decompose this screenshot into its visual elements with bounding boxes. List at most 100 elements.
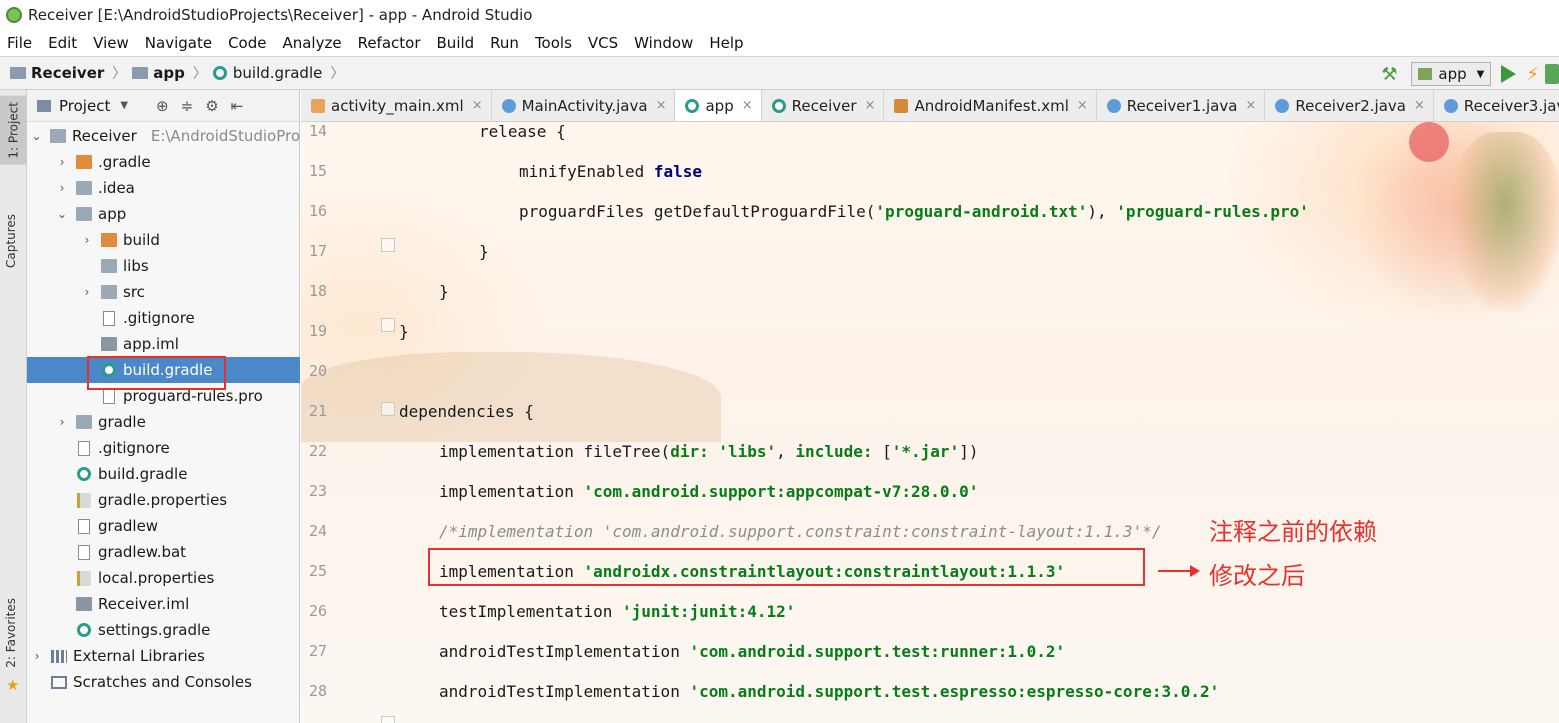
- tab-captures-tool[interactable]: Captures: [4, 214, 18, 268]
- tree-item-app[interactable]: ⌄ app: [27, 201, 300, 227]
- library-icon: [51, 649, 67, 663]
- tree-item-idea[interactable]: › .idea: [27, 175, 300, 201]
- fold-marker-icon[interactable]: [381, 716, 395, 723]
- line-number: 18: [308, 282, 327, 300]
- fold-marker-icon[interactable]: [381, 318, 395, 332]
- tab-favorites-tool[interactable]: 2: Favorites: [4, 598, 18, 668]
- target-icon[interactable]: ⊕: [156, 97, 169, 115]
- menu-analyze[interactable]: Analyze: [282, 34, 341, 52]
- expand-arrow-icon[interactable]: ›: [81, 285, 93, 299]
- code-editor[interactable]: 14 15 16 17 18 19 20 21 22 23 24 25 26 2…: [301, 122, 1559, 723]
- tree-item-label: External Libraries: [73, 647, 205, 665]
- code-text: implementation fileTree(: [439, 442, 671, 461]
- expand-arrow-icon[interactable]: ⌄: [31, 129, 42, 143]
- menu-vcs[interactable]: VCS: [588, 34, 618, 52]
- menu-tools[interactable]: Tools: [535, 34, 572, 52]
- code-text: dependencies {: [399, 402, 534, 421]
- tree-item-receiver[interactable]: ⌄ Receiver E:\AndroidStudioPro: [27, 123, 300, 149]
- menu-edit[interactable]: Edit: [48, 34, 77, 52]
- close-icon[interactable]: ×: [1245, 98, 1256, 113]
- menu-help[interactable]: Help: [709, 34, 743, 52]
- expand-arrow-icon[interactable]: ›: [56, 155, 68, 169]
- lightning-icon[interactable]: ⚡: [1526, 64, 1539, 85]
- panel-title[interactable]: Project: [59, 97, 110, 115]
- tree-item-app-gitignore[interactable]: .gitignore: [27, 305, 300, 331]
- expand-arrow-icon[interactable]: ›: [56, 415, 68, 429]
- hammer-icon[interactable]: ⚒: [1381, 64, 1401, 85]
- close-icon[interactable]: ×: [656, 98, 667, 113]
- tab-receiver2[interactable]: Receiver2.java ×: [1265, 90, 1434, 121]
- chevron-down-icon[interactable]: ▼: [120, 100, 128, 111]
- expand-arrow-icon[interactable]: ›: [56, 181, 68, 195]
- tree-item-src[interactable]: › src: [27, 279, 300, 305]
- gradle-icon: [77, 623, 91, 637]
- menu-window[interactable]: Window: [634, 34, 693, 52]
- tab-activity-main-xml[interactable]: activity_main.xml ×: [301, 90, 492, 121]
- breadcrumb-app[interactable]: app: [132, 64, 185, 82]
- run-icon[interactable]: [1501, 65, 1517, 83]
- run-configuration-select[interactable]: app ▼: [1411, 62, 1492, 86]
- folder-icon: [76, 415, 92, 429]
- code-line-23: implementation 'com.android.support:appc…: [439, 482, 978, 501]
- close-icon[interactable]: ×: [865, 98, 876, 113]
- menu-file[interactable]: File: [7, 34, 32, 52]
- gradle-icon: [685, 98, 700, 113]
- breadcrumb-build-gradle[interactable]: build.gradle: [212, 64, 322, 82]
- close-icon[interactable]: ×: [1077, 98, 1088, 113]
- tree-item-libs[interactable]: libs: [27, 253, 300, 279]
- tab-app-gradle[interactable]: app ×: [675, 90, 762, 121]
- tree-item-gradlew[interactable]: gradlew: [27, 513, 300, 539]
- code-string: 'libs': [718, 442, 777, 461]
- folder-icon: [101, 233, 117, 247]
- gear-icon[interactable]: ⚙: [205, 97, 218, 115]
- close-icon[interactable]: ×: [742, 98, 753, 113]
- code-text: implementation: [439, 482, 584, 501]
- tree-item-local-properties[interactable]: local.properties: [27, 565, 300, 591]
- collapse-icon[interactable]: ≑: [181, 97, 194, 115]
- code-line-22: implementation fileTree(dir: 'libs', inc…: [439, 442, 978, 461]
- breadcrumb-receiver[interactable]: Receiver: [10, 64, 104, 82]
- close-icon[interactable]: ×: [1414, 98, 1425, 113]
- expand-arrow-icon[interactable]: ›: [81, 233, 93, 247]
- tab-project-tool[interactable]: 1: Project: [0, 96, 27, 165]
- editor-tab-bar: activity_main.xml × MainActivity.java × …: [301, 90, 1559, 122]
- menu-run[interactable]: Run: [490, 34, 519, 52]
- tree-item-root-build-gradle[interactable]: build.gradle: [27, 461, 300, 487]
- tab-android-manifest[interactable]: AndroidManifest.xml ×: [884, 90, 1097, 121]
- window-title: Receiver [E:\AndroidStudioProjects\Recei…: [28, 6, 533, 24]
- menu-navigate[interactable]: Navigate: [145, 34, 212, 52]
- tree-item-gradlew-bat[interactable]: gradlew.bat: [27, 539, 300, 565]
- tree-item-build[interactable]: › build: [27, 227, 300, 253]
- tree-item-path: E:\AndroidStudioPro: [150, 127, 300, 145]
- tree-item-settings-gradle[interactable]: settings.gradle: [27, 617, 300, 643]
- tree-item-gradle-dir[interactable]: › .gradle: [27, 149, 300, 175]
- tab-main-activity[interactable]: MainActivity.java ×: [492, 90, 676, 121]
- tree-item-receiver-iml[interactable]: Receiver.iml: [27, 591, 300, 617]
- menu-build[interactable]: Build: [437, 34, 475, 52]
- tree-item-root-gitignore[interactable]: .gitignore: [27, 435, 300, 461]
- device-icon[interactable]: [1545, 64, 1559, 84]
- hide-icon[interactable]: ⇤: [231, 97, 244, 115]
- menu-view[interactable]: View: [93, 34, 129, 52]
- module-file-icon: [76, 597, 92, 611]
- fold-marker-icon[interactable]: [381, 238, 395, 252]
- code-line-18: }: [439, 282, 449, 301]
- expand-arrow-icon[interactable]: ⌄: [56, 207, 68, 221]
- tab-receiver3[interactable]: Receiver3.java: [1434, 90, 1559, 121]
- line-number: 22: [308, 442, 327, 460]
- tree-item-gradle[interactable]: › gradle: [27, 409, 300, 435]
- menu-refactor[interactable]: Refactor: [358, 34, 421, 52]
- tree-item-label: Receiver: [71, 127, 137, 145]
- tree-item-gradle-properties[interactable]: gradle.properties: [27, 487, 300, 513]
- tab-receiver-gradle[interactable]: Receiver ×: [762, 90, 885, 121]
- expand-arrow-icon[interactable]: ›: [31, 649, 43, 663]
- menu-code[interactable]: Code: [228, 34, 266, 52]
- tree-item-app-iml[interactable]: app.iml: [27, 331, 300, 357]
- tree-item-scratches[interactable]: Scratches and Consoles: [27, 669, 300, 695]
- tab-receiver1[interactable]: Receiver1.java ×: [1097, 90, 1266, 121]
- tree-item-external-libraries[interactable]: › External Libraries: [27, 643, 300, 669]
- close-icon[interactable]: ×: [472, 98, 483, 113]
- code-line-17: }: [479, 242, 489, 261]
- code-string: 'proguard-rules.pro': [1116, 202, 1309, 221]
- fold-marker-icon[interactable]: [381, 402, 395, 416]
